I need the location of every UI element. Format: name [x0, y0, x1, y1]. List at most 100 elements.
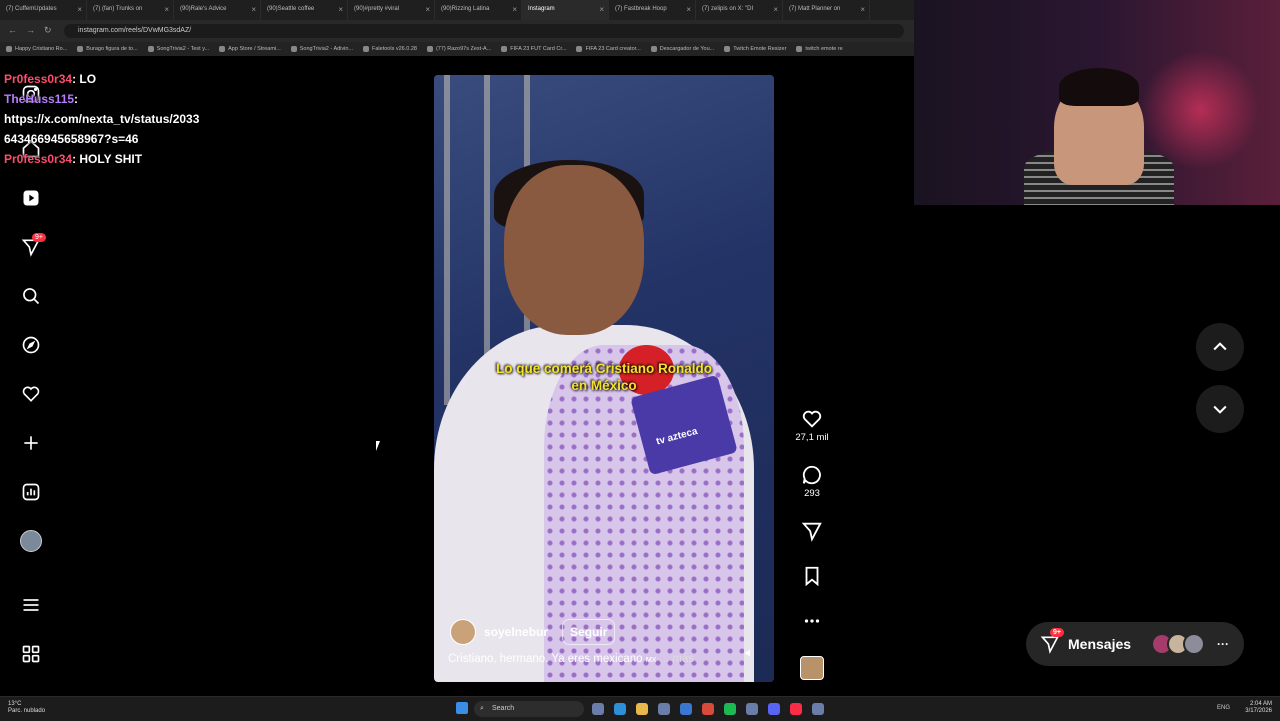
bookmark-item[interactable]: App Store / Streami...: [219, 46, 281, 52]
tab-label: (7) Matt Planner on: [789, 6, 841, 12]
store-icon[interactable]: [658, 703, 670, 715]
chat-message: 643466945658967?s=46: [4, 129, 234, 149]
chat-text: https://x.com/nexta_tv/status/2033: [4, 112, 200, 126]
bookmark-item[interactable]: Faletools v26.0.28: [363, 46, 417, 52]
create-plus-icon[interactable]: [20, 432, 42, 454]
explore-icon[interactable]: [20, 334, 42, 356]
weather-widget[interactable]: 13°C Parc. nublado: [8, 701, 45, 715]
reload-icon[interactable]: ↻: [44, 25, 52, 36]
app-icon[interactable]: [746, 703, 758, 715]
caption-line-2: en México: [571, 378, 637, 393]
bookmark-item[interactable]: (77) Razo97s Zest-A...: [426, 46, 491, 52]
clock[interactable]: 2:04 AM 3/17/2026: [1245, 701, 1272, 715]
close-tab-icon[interactable]: ×: [512, 5, 517, 14]
windows-start-icon[interactable]: [456, 702, 468, 714]
search-icon[interactable]: [20, 285, 42, 307]
browser-tab[interactable]: (7) (fan) Trunks on ×: [87, 0, 174, 20]
more-apps-icon[interactable]: [20, 643, 42, 665]
bookmark-label: Descargador de You...: [659, 46, 715, 52]
dashboard-icon[interactable]: [20, 481, 42, 503]
video-caption: Lo que comerá Cristiano Ronaldo en Méxic…: [468, 360, 740, 394]
avatar: [1183, 633, 1206, 655]
language-indicator[interactable]: ENG: [1217, 705, 1230, 711]
browser-tab[interactable]: (90)Rizzing Latina ×: [435, 0, 522, 20]
music-icon[interactable]: [790, 703, 802, 715]
messages-button[interactable]: 9+ Mensajes ···: [1026, 622, 1244, 666]
chat-text: :: [74, 92, 79, 106]
mail-icon[interactable]: [680, 703, 692, 715]
message-avatars: [1151, 633, 1206, 655]
forward-icon[interactable]: →: [26, 25, 35, 35]
bookmark-item[interactable]: Descargador de You...: [650, 46, 715, 52]
bookmark-item[interactable]: Burago figura de to...: [77, 46, 138, 52]
woman-face: [504, 165, 644, 335]
spotify-icon[interactable]: [724, 703, 736, 715]
back-icon[interactable]: ←: [8, 25, 17, 35]
comment-button[interactable]: 293: [794, 464, 830, 499]
mute-icon[interactable]: [744, 647, 756, 662]
follow-button[interactable]: Seguir: [562, 619, 616, 645]
browser-tab[interactable]: (7) Fastbreak Hoop ×: [609, 0, 696, 20]
bookmark-item[interactable]: FIFA 23 Card creator...: [576, 46, 641, 52]
close-tab-icon[interactable]: ×: [599, 5, 604, 14]
more-link[interactable]: ... más: [660, 653, 695, 665]
heart-notifications-icon[interactable]: [20, 383, 42, 405]
bookmark-item[interactable]: SongTrivia2 - Test y...: [147, 46, 209, 52]
browser-tab[interactable]: (90)Seattle coffee ×: [261, 0, 348, 20]
favicon-icon: [576, 46, 583, 52]
bookmark-label: Happy Cristiano Ro...: [15, 46, 68, 52]
browser-tab[interactable]: Instagram ×: [522, 0, 609, 20]
edge-icon[interactable]: [614, 703, 626, 715]
share-icon: [801, 522, 822, 542]
browser-tab[interactable]: (7) CuffemUpdates ×: [0, 0, 87, 20]
search-icon: ⌕: [480, 705, 484, 712]
tab-strip: (7) CuffemUpdates × (7) (fan) Trunks on × (9…: [0, 0, 914, 20]
close-tab-icon[interactable]: ×: [860, 5, 865, 14]
comment-icon: [802, 465, 821, 485]
author-username[interactable]: soyelnebur: [484, 625, 548, 639]
next-reel-button[interactable]: [1196, 385, 1244, 433]
close-tab-icon[interactable]: ×: [425, 5, 430, 14]
close-tab-icon[interactable]: ×: [164, 5, 169, 14]
task-view-icon[interactable]: [592, 703, 604, 715]
menu-icon[interactable]: [20, 594, 42, 616]
bookmark-label: SongTrivia2 - Adivin...: [299, 46, 354, 52]
profile-avatar[interactable]: [20, 530, 42, 552]
taskbar-search[interactable]: ⌕ Search: [474, 701, 584, 717]
chrome-icon[interactable]: [702, 703, 714, 715]
bookmark-label: Faletools v26.0.28: [372, 46, 417, 52]
reel-video[interactable]: tv azteca Lo que comerá Cristiano Ronald…: [434, 75, 774, 682]
direct-messages-icon[interactable]: 9+: [20, 233, 46, 258]
save-button[interactable]: [794, 565, 830, 589]
browser-tab[interactable]: (7) zelipis on X: "DI ×: [696, 0, 783, 20]
file-explorer-icon[interactable]: [636, 703, 648, 715]
address-bar-row: ← → ↻ instagram.com/reels/DVwMG3sdAZ/: [0, 20, 914, 42]
bookmark-item[interactable]: twitch emote re: [796, 46, 843, 52]
like-button[interactable]: 27,1 mil: [794, 408, 830, 443]
app-icon[interactable]: [812, 703, 824, 715]
author-avatar[interactable]: [450, 619, 476, 645]
favicon-icon: [724, 46, 731, 52]
close-tab-icon[interactable]: ×: [77, 5, 82, 14]
bookmark-item[interactable]: Happy Cristiano Ro...: [6, 46, 67, 52]
close-tab-icon[interactable]: ×: [686, 5, 691, 14]
more-options-button[interactable]: [794, 610, 830, 634]
close-tab-icon[interactable]: ×: [338, 5, 343, 14]
caption-line-1: Lo que comerá Cristiano Ronaldo: [495, 361, 713, 376]
share-button[interactable]: [794, 520, 830, 544]
close-tab-icon[interactable]: ×: [251, 5, 256, 14]
browser-tab[interactable]: (7) Matt Planner on ×: [783, 0, 870, 20]
browser-tab[interactable]: (90)Rale's Advice ×: [174, 0, 261, 20]
reels-icon[interactable]: [20, 187, 42, 209]
bookmark-item[interactable]: Twitch Emote Resizer: [724, 46, 786, 52]
tab-label: (90)Seattle coffee: [267, 6, 315, 12]
url-field[interactable]: instagram.com/reels/DVwMG3sdAZ/: [64, 24, 904, 38]
close-tab-icon[interactable]: ×: [773, 5, 778, 14]
bookmark-item[interactable]: FIFA 23 FUT Card Cr...: [501, 46, 566, 52]
discord-icon[interactable]: [768, 703, 780, 715]
reel-author: soyelnebur Seguir: [450, 619, 616, 645]
previous-reel-button[interactable]: [1196, 323, 1244, 371]
audio-thumbnail[interactable]: [794, 656, 830, 680]
browser-tab[interactable]: (90)#pretty #viral ×: [348, 0, 435, 20]
bookmark-item[interactable]: SongTrivia2 - Adivin...: [290, 46, 354, 52]
